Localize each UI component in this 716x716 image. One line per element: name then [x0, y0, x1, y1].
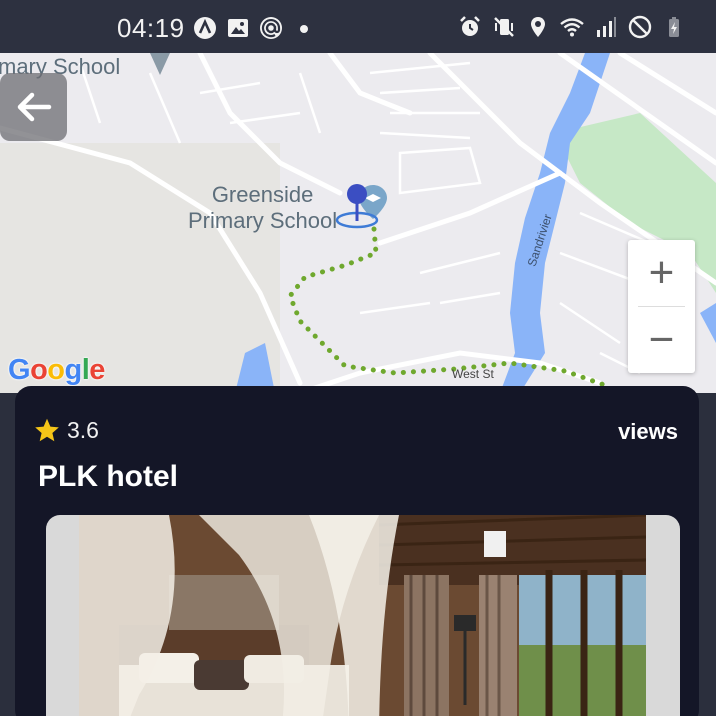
image-icon — [228, 19, 248, 37]
status-time: 04:19 — [117, 13, 185, 43]
wifi-icon — [560, 18, 584, 37]
map-label-greenside-school: Greenside Primary School — [188, 182, 337, 234]
signal-icon — [597, 17, 616, 37]
hotel-room-image — [79, 515, 646, 716]
map-base-layer — [0, 53, 716, 393]
hotel-detail-screen: 04:19 mary School Greenside Primary Scho… — [0, 0, 716, 716]
zoom-out-button[interactable]: − — [628, 307, 695, 373]
back-arrow-icon — [17, 92, 51, 122]
rating: 3.6 — [33, 417, 99, 444]
hotel-name: PLK hotel — [38, 460, 178, 493]
do-not-disturb-icon — [628, 15, 652, 39]
status-right-icons — [458, 15, 686, 39]
map-label-west-street: West St — [452, 367, 494, 381]
zoom-in-button[interactable]: + — [628, 240, 695, 306]
map-label-greenside-line2: Primary School — [188, 208, 338, 233]
hotel-card: 3.6 views PLK hotel — [15, 386, 699, 716]
dot-icon — [300, 25, 308, 33]
alarm-icon — [460, 16, 480, 36]
star-icon — [35, 418, 59, 442]
location-icon — [531, 17, 545, 37]
views-label: views — [618, 419, 678, 444]
google-logo-text: Google — [8, 354, 105, 386]
at-sign-icon — [260, 17, 282, 39]
status-left-icons — [193, 16, 316, 40]
map-label-greenside-line1: Greenside — [211, 182, 314, 207]
hotel-photo-frame[interactable] — [46, 515, 680, 716]
a-circle-icon — [194, 17, 216, 39]
rating-value: 3.6 — [67, 417, 99, 443]
battery-icon — [669, 17, 679, 37]
back-button[interactable] — [0, 73, 67, 141]
vibrate-off-icon — [494, 17, 514, 37]
map-view[interactable]: mary School Greenside Primary School Wes… — [0, 53, 716, 393]
status-bar: 04:19 — [0, 0, 716, 53]
zoom-control: + − — [628, 240, 695, 373]
hotel-photo[interactable] — [79, 515, 646, 716]
google-logo[interactable]: Google — [8, 354, 105, 387]
